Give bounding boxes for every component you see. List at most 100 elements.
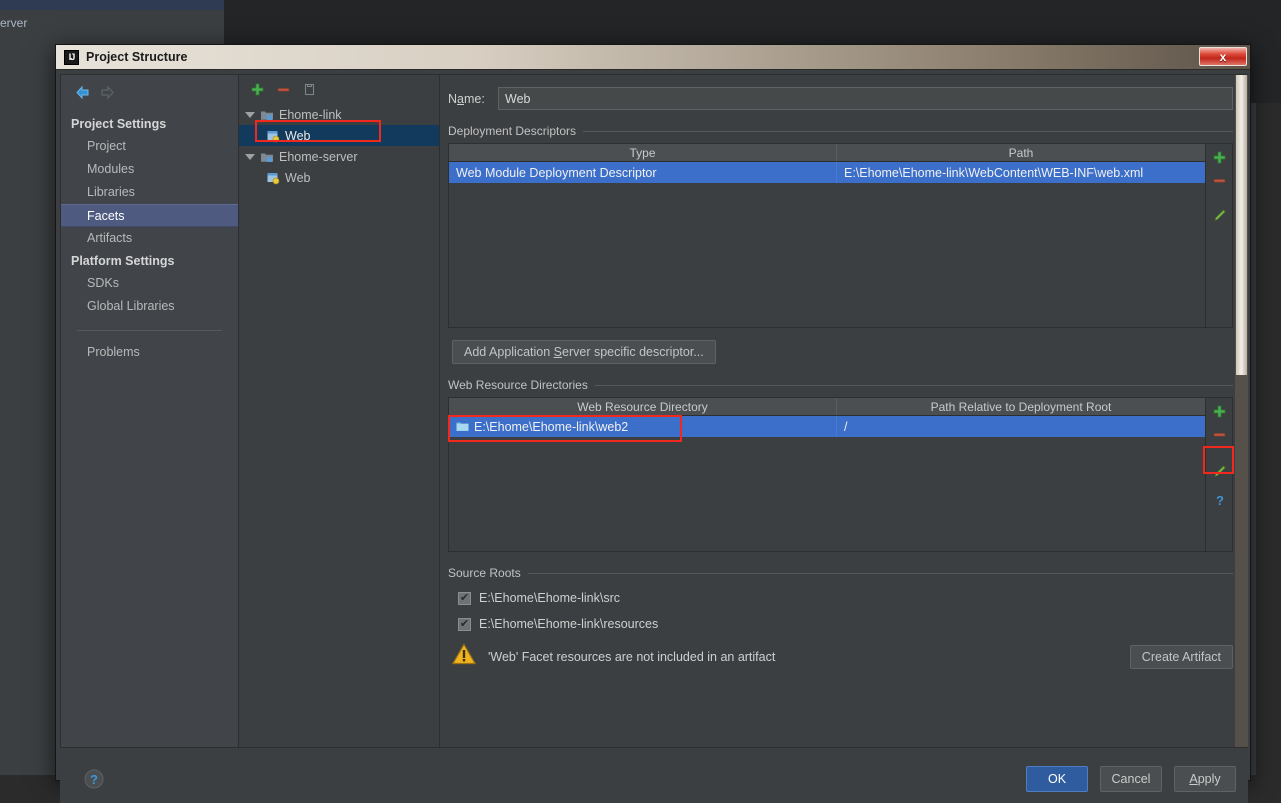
dialog-title: Project Structure [86,50,188,64]
dialog-vertical-scrollbar[interactable] [1235,75,1248,747]
intellij-logo-icon: IJ [64,49,79,65]
folder-icon [456,420,469,433]
minus-icon[interactable] [1212,173,1227,188]
pencil-icon[interactable] [1212,208,1227,223]
source-root-label: E:\Ehome\Ehome-link\src [479,591,621,605]
checkbox-icon[interactable]: ✔ [458,617,471,631]
artifact-warning-text: 'Web' Facet resources are not included i… [488,649,776,664]
section-rule [583,130,1233,132]
dialog-body: Project Settings Project Modules Librari… [60,74,1248,748]
copy-icon[interactable] [302,82,317,97]
dialog-footer: ? OK Cancel Apply [60,751,1248,803]
cell-descriptor-type: Web Module Deployment Descriptor [449,162,837,183]
column-header-type[interactable]: Type [449,144,837,161]
source-root-item[interactable]: ✔ E:\Ehome\Ehome-link\resources [440,611,1247,637]
web-resource-directories-actions: ? [1205,398,1232,551]
chevron-down-icon[interactable] [245,153,255,160]
sidebar-item-modules[interactable]: Modules [61,158,238,181]
navigation-arrows [61,75,238,113]
sidebar-group-platform-settings: Platform Settings [71,254,175,268]
background-toolbar-strip [0,0,224,10]
checkbox-icon[interactable]: ✔ [458,591,471,605]
scrollbar-thumb[interactable] [1236,75,1247,375]
facet-settings-panel: Name: Deployment Descriptors Type Path W… [440,75,1247,747]
tree-node-facet-web-server[interactable]: Web [239,167,439,188]
tree-node-label: Ehome-server [279,149,358,164]
add-app-server-descriptor-button[interactable]: Add Application Server specific descript… [452,340,716,364]
facet-name-input[interactable] [498,87,1233,110]
deployment-descriptors-section-header: Deployment Descriptors [448,124,1233,138]
table-row[interactable]: E:\Ehome\Ehome-link\web2 / [449,416,1205,437]
deployment-descriptors-table-wrap: Type Path Web Module Deployment Descript… [448,143,1233,328]
question-icon[interactable]: ? [1212,493,1227,508]
background-right-gutter [1256,103,1281,775]
web-facet-icon [266,129,280,143]
module-icon [260,108,274,122]
source-root-item[interactable]: ✔ E:\Ehome\Ehome-link\src [440,585,1247,611]
svg-text:?: ? [90,772,98,787]
tree-node-module-ehome-link[interactable]: Ehome-link [239,104,439,125]
add-app-server-descriptor-row: Add Application Server specific descript… [440,328,1247,364]
cell-descriptor-path: E:\Ehome\Ehome-link\WebContent\WEB-INF\w… [844,165,1144,180]
minus-icon[interactable] [276,82,291,97]
source-roots-label: Source Roots [448,566,521,580]
column-header-web-resource-directory[interactable]: Web Resource Directory [449,398,837,415]
deployment-descriptors-table: Type Path Web Module Deployment Descript… [449,144,1205,327]
source-roots-section-header: Source Roots [448,566,1233,580]
table-header-row: Web Resource Directory Path Relative to … [449,398,1205,416]
artifact-warning-row: 'Web' Facet resources are not included i… [440,637,1247,670]
plus-icon[interactable] [1212,404,1227,419]
ok-button[interactable]: OK [1026,766,1088,792]
sidebar-item-sdks[interactable]: SDKs [61,272,238,295]
minus-icon[interactable] [1212,427,1227,442]
table-header-row: Type Path [449,144,1205,162]
facet-tree-toolbar [239,75,439,104]
table-row[interactable]: Web Module Deployment Descriptor E:\Ehom… [449,162,1205,183]
create-artifact-button[interactable]: Create Artifact [1129,644,1233,669]
cell-path-relative: / [844,419,848,434]
facet-tree-panel: Ehome-link Web Ehome-server Web [239,75,440,747]
settings-sidebar: Project Settings Project Modules Librari… [61,75,239,747]
close-icon[interactable]: x [1199,47,1247,66]
sidebar-item-problems[interactable]: Problems [61,341,238,364]
web-resource-directories-section-header: Web Resource Directories [448,378,1233,392]
facet-name-row: Name: [440,75,1247,110]
column-header-path[interactable]: Path [837,144,1205,161]
background-window-label: erver [0,10,224,36]
section-rule [594,384,1233,386]
sidebar-item-global-libraries[interactable]: Global Libraries [61,295,238,318]
sidebar-item-facets[interactable]: Facets [61,204,238,227]
cell-text: E:\Ehome\Ehome-link\web2 [474,419,629,434]
dialog-titlebar: IJ Project Structure x [56,45,1250,70]
column-header-path-relative[interactable]: Path Relative to Deployment Root [837,398,1205,415]
chevron-down-icon[interactable] [245,111,255,118]
cancel-button[interactable]: Cancel [1100,766,1162,792]
project-structure-dialog: IJ Project Structure x Project Settings [55,44,1251,803]
pencil-icon[interactable] [1212,464,1227,479]
web-resource-directories-table: Web Resource Directory Path Relative to … [449,398,1205,551]
warning-triangle-icon [451,643,477,670]
apply-button[interactable]: Apply [1174,766,1236,792]
sidebar-group-project-settings: Project Settings [71,117,167,131]
sidebar-item-project[interactable]: Project [61,135,238,158]
module-icon [260,150,274,164]
plus-icon[interactable] [1212,150,1227,165]
web-resource-directories-table-wrap: Web Resource Directory Path Relative to … [448,397,1234,552]
tree-node-module-ehome-server[interactable]: Ehome-server [239,146,439,167]
sidebar-divider [77,330,222,331]
facet-name-label: Name: [448,91,485,106]
section-rule [527,572,1233,574]
plus-icon[interactable] [250,82,265,97]
tree-node-label: Web [285,170,311,185]
sidebar-item-libraries[interactable]: Libraries [61,181,238,204]
sidebar-item-artifacts[interactable]: Artifacts [61,227,238,250]
tree-node-label: Web [285,128,311,143]
web-facet-icon [266,171,280,185]
help-question-icon[interactable]: ? [84,769,104,789]
deployment-descriptors-label: Deployment Descriptors [448,124,577,138]
web-resource-directories-label: Web Resource Directories [448,378,588,392]
cell-web-resource-directory: E:\Ehome\Ehome-link\web2 [449,416,837,437]
tree-node-facet-web-link[interactable]: Web [239,125,439,146]
source-root-label: E:\Ehome\Ehome-link\resources [479,617,659,631]
back-arrow-icon[interactable] [74,84,91,101]
